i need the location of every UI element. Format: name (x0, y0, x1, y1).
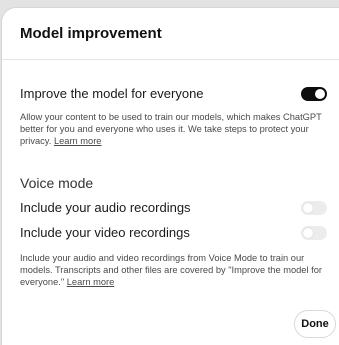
audio-recordings-label: Include your audio recordings (20, 200, 191, 215)
voice-learn-more-link[interactable]: Learn more (67, 277, 115, 287)
improve-model-row: Improve the model for everyone (20, 86, 339, 101)
video-recordings-label: Include your video recordings (20, 225, 190, 240)
voice-mode-heading: Voice mode (20, 175, 94, 191)
voice-mode-description: Include your audio and video recordings … (20, 252, 339, 288)
toggle-knob (303, 227, 313, 238)
model-improvement-dialog: Model improvement Improve the model for … (2, 8, 339, 345)
dialog-footer: Done (294, 310, 336, 338)
dialog-header: Model improvement (2, 8, 339, 60)
dialog-body: Improve the model for everyone Allow you… (2, 86, 339, 288)
video-recordings-toggle[interactable] (301, 225, 327, 240)
toggle-knob (303, 202, 313, 213)
done-button[interactable]: Done (294, 310, 336, 338)
audio-recordings-toggle[interactable] (301, 200, 327, 215)
video-recordings-row: Include your video recordings (20, 225, 339, 240)
audio-recordings-row: Include your audio recordings (20, 200, 339, 215)
toggle-knob (315, 88, 325, 99)
improve-learn-more-link[interactable]: Learn more (54, 136, 102, 146)
dialog-title: Model improvement (20, 25, 162, 42)
improve-model-toggle[interactable] (301, 86, 327, 101)
improve-model-description: Allow your content to be used to train o… (20, 111, 339, 147)
improve-model-label: Improve the model for everyone (20, 86, 204, 101)
voice-mode-description-text: Include your audio and video recordings … (20, 253, 322, 287)
